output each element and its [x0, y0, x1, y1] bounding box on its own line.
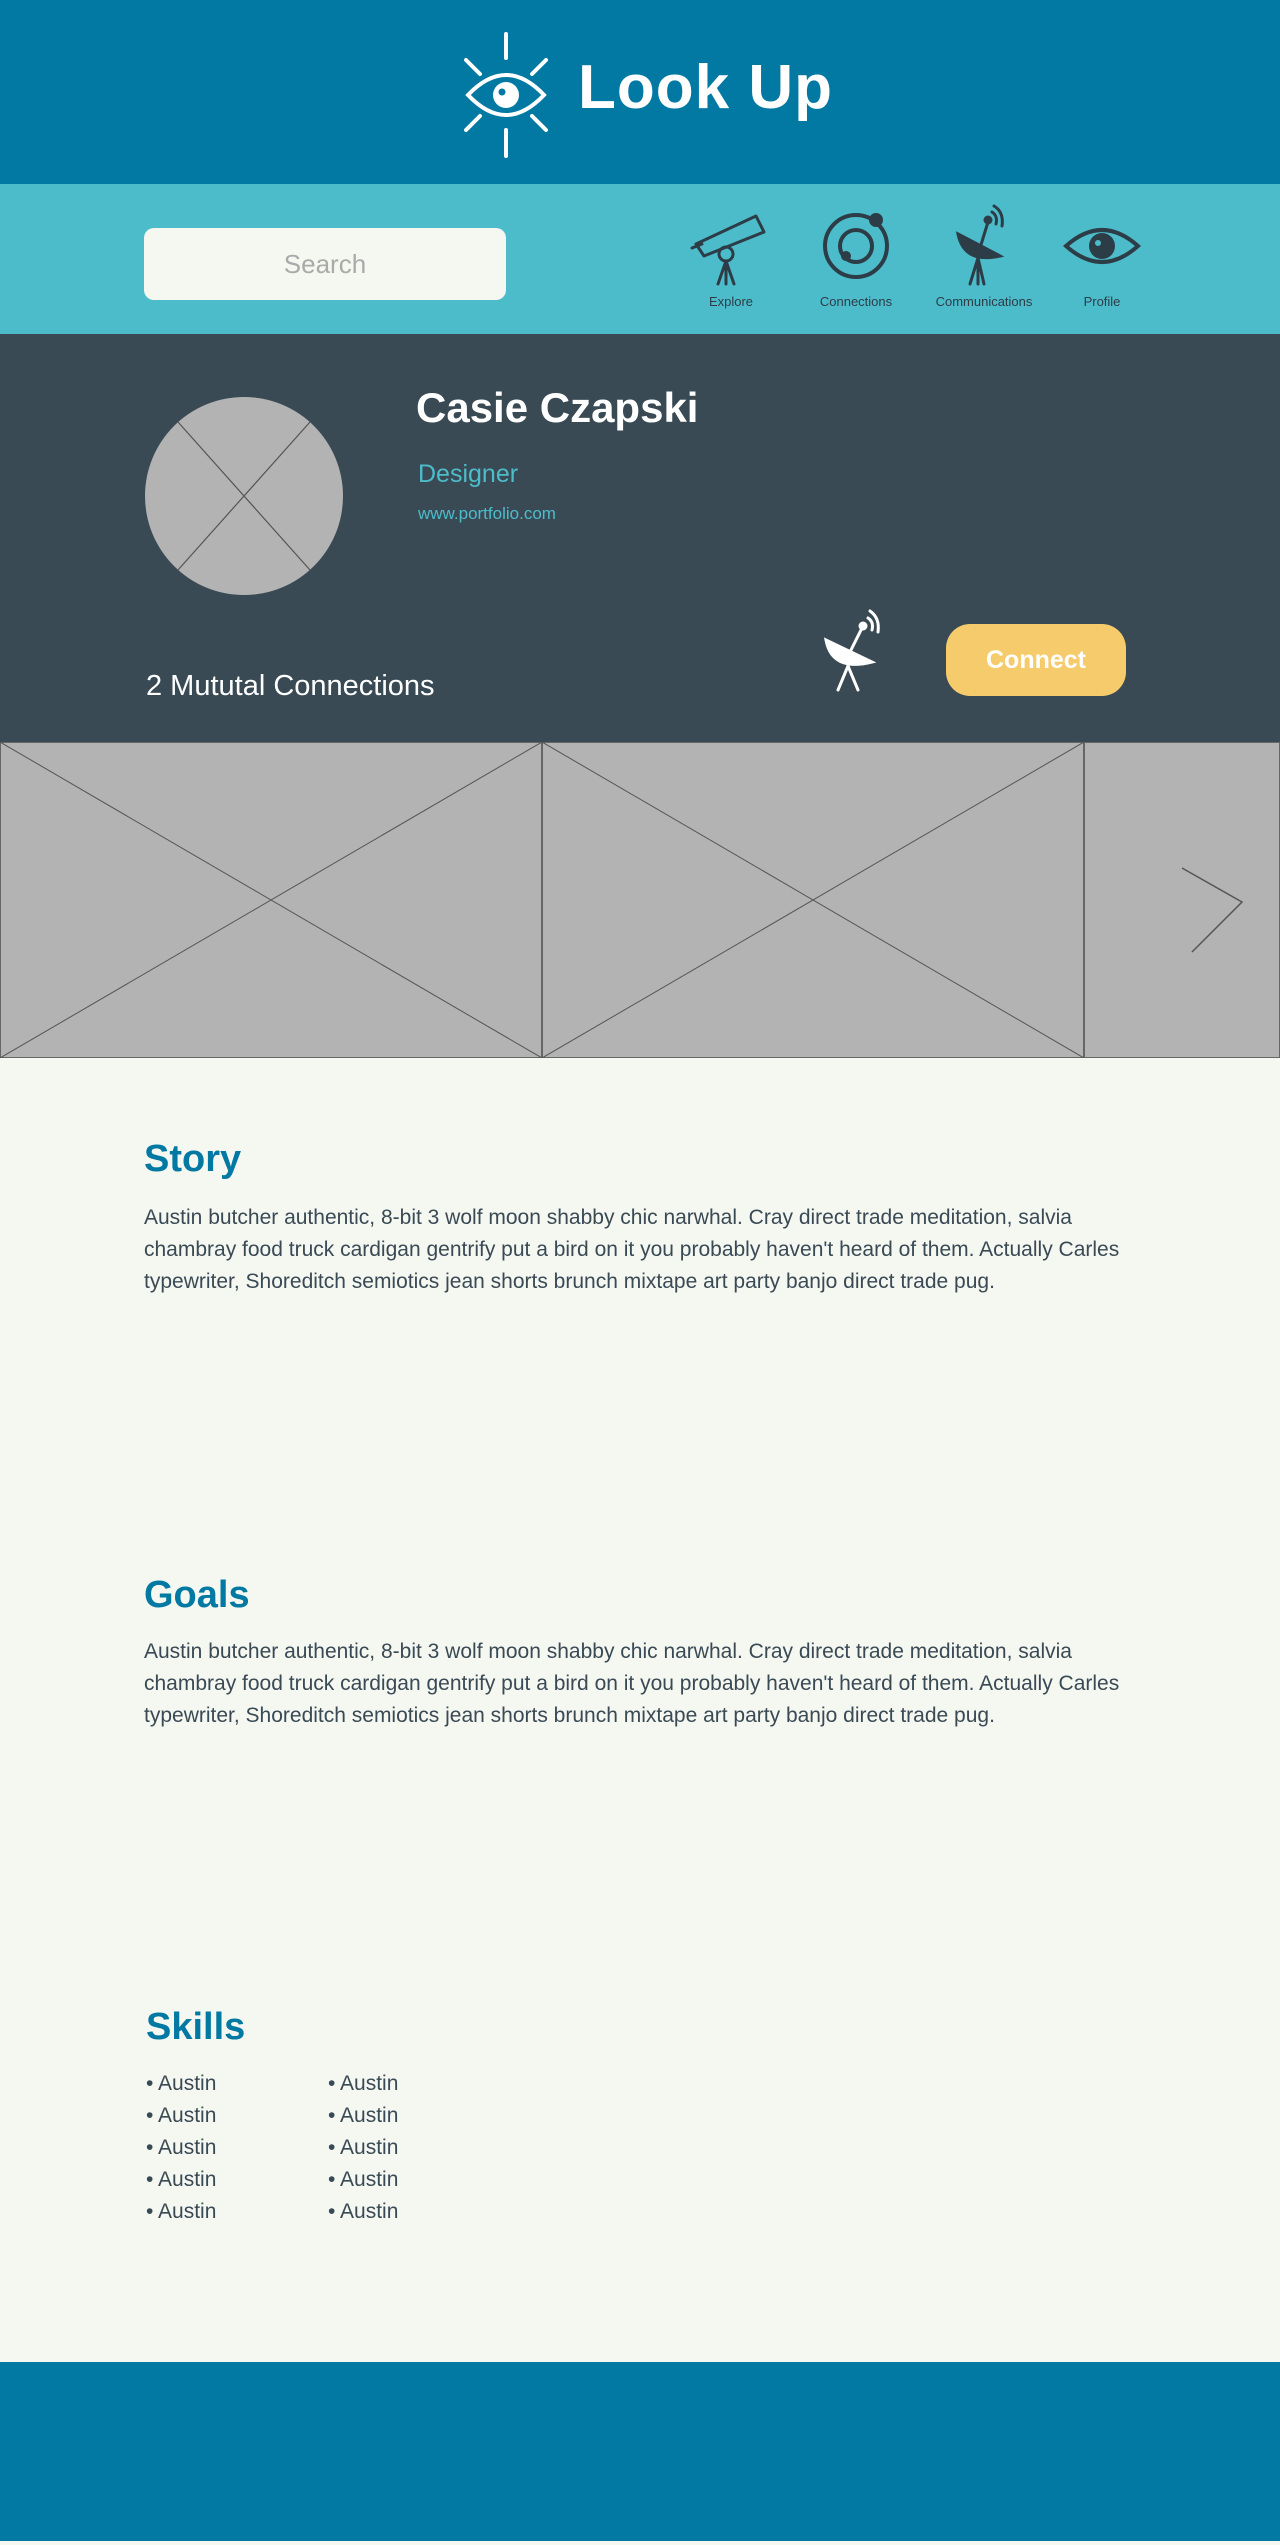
image-gallery [0, 742, 1280, 1058]
goals-body: Austin butcher authentic, 8-bit 3 wolf m… [144, 1640, 1120, 1727]
skills-list: • Austin • Austin • Austin • Austin • Au… [146, 2068, 216, 2228]
list-item: • Austin [328, 2168, 399, 2191]
list-item: • Austin [328, 2200, 399, 2223]
app-header: Look Up [0, 0, 1280, 184]
nav-label-connections: Connections [819, 294, 893, 309]
chevron-right-icon[interactable] [1180, 866, 1250, 956]
avatar [145, 397, 343, 595]
goals-title: Goals [144, 1574, 250, 1616]
orbit-icon [823, 213, 889, 279]
satellite-dish-icon[interactable] [822, 608, 892, 692]
profile-name: Casie Czapski [416, 384, 699, 431]
profile-role: Designer [418, 460, 519, 488]
list-item: • Austin [328, 2072, 399, 2095]
list-item: • Austin [146, 2072, 217, 2095]
nav-item-explore[interactable]: Explore [686, 204, 776, 322]
list-item: • Austin [146, 2168, 217, 2191]
satellite-dish-icon [955, 204, 1005, 286]
list-item: • Austin [146, 2136, 217, 2159]
eye-logo-icon [464, 32, 548, 158]
top-navbar: Explore Connections Communications [0, 184, 1280, 334]
skills-title: Skills [146, 2006, 246, 2048]
nav-item-communications[interactable]: Communications [928, 204, 1040, 322]
gallery-image-placeholder[interactable] [0, 742, 542, 1058]
list-item: • Austin [146, 2200, 217, 2223]
nav-label-communications: Communications [935, 294, 1033, 309]
nav-item-connections[interactable]: Connections [808, 204, 904, 322]
skills-list: • Austin • Austin • Austin • Austin • Au… [328, 2068, 398, 2228]
story-body: Austin butcher authentic, 8-bit 3 wolf m… [144, 1206, 1120, 1293]
portfolio-link[interactable]: www.portfolio.com [418, 504, 556, 524]
eye-icon [1062, 228, 1142, 264]
gallery-image-placeholder[interactable] [542, 742, 1084, 1058]
profile-header: Casie Czapski Designer www.portfolio.com… [0, 334, 1280, 742]
mutual-connections[interactable]: 2 Mututal Connections [146, 670, 435, 703]
list-item: • Austin [328, 2104, 399, 2127]
list-item: • Austin [146, 2104, 217, 2127]
nav-item-profile[interactable]: Profile [1062, 204, 1142, 322]
nav-label-profile: Profile [1083, 294, 1121, 309]
page-footer [0, 2362, 1280, 2541]
app-title: Look Up [578, 53, 833, 122]
list-item: • Austin [328, 2136, 399, 2159]
story-title: Story [144, 1138, 242, 1180]
telescope-icon [690, 214, 766, 286]
connect-button[interactable]: Connect [946, 624, 1126, 696]
nav-label-explore: Explore [708, 294, 754, 309]
search-input[interactable] [144, 228, 506, 300]
